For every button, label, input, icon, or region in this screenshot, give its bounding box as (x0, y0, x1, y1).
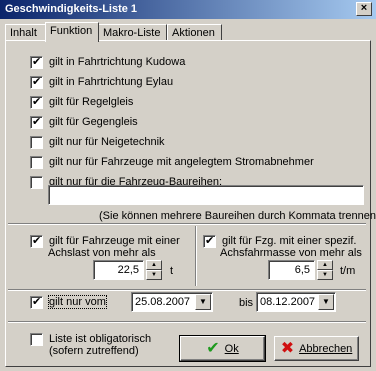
checkbox[interactable] (30, 115, 43, 129)
check-datum[interactable]: gilt nur vom (30, 295, 107, 309)
achsfahrmasse-label-2: Achsfahrmasse von mehr als (220, 247, 362, 259)
spin-up-icon[interactable]: ▲ (317, 260, 333, 270)
checkbox[interactable] (30, 55, 43, 69)
spin-up-icon[interactable]: ▲ (146, 260, 162, 270)
achsfahrmasse-spinner[interactable]: ▲ ▼ (317, 260, 333, 280)
check-label: gilt nur für Neigetechnik (49, 136, 165, 148)
checkbox[interactable] (30, 75, 43, 89)
ok-button[interactable]: ✔ Ok (179, 335, 266, 362)
title-bar: Geschwindigkeits-Liste 1 × (0, 0, 376, 19)
baureihen-input[interactable] (48, 185, 364, 205)
check-regelgleis[interactable]: gilt für Regelgleis (30, 95, 133, 109)
checkbox[interactable] (30, 95, 43, 109)
baureihen-hint: (Sie können mehrere Baureihen durch Komm… (99, 210, 376, 222)
checkbox[interactable] (30, 135, 43, 149)
datum-bis-label: bis (239, 297, 254, 309)
close-icon: × (360, 2, 368, 14)
datum-to-select[interactable]: 08.12.2007 ▼ (256, 292, 336, 312)
tab-aktionen[interactable]: Aktionen (167, 24, 222, 41)
checkmark-icon: ✔ (206, 339, 220, 357)
checkbox[interactable] (30, 234, 43, 248)
datum-from-value: 25.08.2007 (135, 296, 191, 308)
check-achsfahrmasse[interactable]: gilt für Fzg. mit einer spezif. (203, 234, 357, 248)
tab-funktion[interactable]: Funktion (45, 22, 99, 42)
checkbox[interactable] (30, 295, 43, 309)
chevron-down-icon[interactable]: ▼ (318, 294, 334, 310)
obligatorisch-label-2: (sofern zutreffend) (49, 345, 139, 357)
check-neigetechnik[interactable]: gilt nur für Neigetechnik (30, 135, 165, 149)
close-button[interactable]: × (356, 2, 372, 16)
check-gegengleis[interactable]: gilt für Gegengleis (30, 115, 138, 129)
ok-label: Ok (224, 342, 239, 355)
achslast-input[interactable]: 22,5 (93, 260, 144, 280)
check-label: gilt in Fahrtrichtung Eylau (49, 76, 174, 88)
check-achslast[interactable]: gilt für Fahrzeuge mit einer (30, 234, 180, 248)
tab-makro-liste[interactable]: Makro-Liste (98, 24, 167, 41)
cancel-button[interactable]: ✖ Abbrechen (274, 336, 359, 361)
achslast-label-2: Achslast von mehr als (48, 247, 156, 259)
tab-inhalt[interactable]: Inhalt (5, 24, 47, 41)
separator-vertical (195, 226, 197, 286)
checkbox[interactable] (30, 332, 43, 346)
achsfahrmasse-unit: t/m (340, 265, 356, 277)
check-stromabnehmer[interactable]: gilt nur für Fahrzeuge mit angelegtem St… (30, 155, 314, 169)
window-title: Geschwindigkeits-Liste 1 (5, 3, 138, 15)
cancel-label: Abbrechen (299, 342, 353, 355)
checkbox[interactable] (30, 175, 43, 189)
check-label: gilt für Regelgleis (49, 96, 134, 108)
separator (8, 223, 366, 225)
check-label: gilt nur für Fahrzeuge mit angelegtem St… (49, 156, 314, 168)
checkbox[interactable] (30, 155, 43, 169)
check-label: gilt für Gegengleis (49, 116, 138, 128)
cross-icon: ✖ (280, 339, 295, 357)
datum-from-select[interactable]: 25.08.2007 ▼ (131, 292, 213, 312)
datum-label: gilt nur vom (48, 295, 107, 309)
check-eylau[interactable]: gilt in Fahrtrichtung Eylau (30, 75, 173, 89)
achsfahrmasse-label-1: gilt für Fzg. mit einer spezif. (222, 235, 357, 247)
checkbox[interactable] (203, 234, 216, 248)
achslast-spinner[interactable]: ▲ ▼ (146, 260, 162, 280)
check-label: gilt in Fahrtrichtung Kudowa (49, 56, 186, 68)
separator (8, 289, 366, 291)
separator (8, 321, 366, 323)
spin-down-icon[interactable]: ▼ (317, 270, 333, 280)
achsfahrmasse-input[interactable]: 6,5 (268, 260, 315, 280)
datum-to-value: 08.12.2007 (260, 296, 316, 308)
spin-down-icon[interactable]: ▼ (146, 270, 162, 280)
chevron-down-icon[interactable]: ▼ (195, 294, 211, 310)
check-kudowa[interactable]: gilt in Fahrtrichtung Kudowa (30, 55, 185, 69)
achslast-unit: t (170, 265, 174, 277)
achslast-label-1: gilt für Fahrzeuge mit einer (49, 235, 180, 247)
obligatorisch-label-1: Liste ist obligatorisch (49, 333, 152, 345)
check-obligatorisch[interactable]: Liste ist obligatorisch (30, 332, 151, 346)
